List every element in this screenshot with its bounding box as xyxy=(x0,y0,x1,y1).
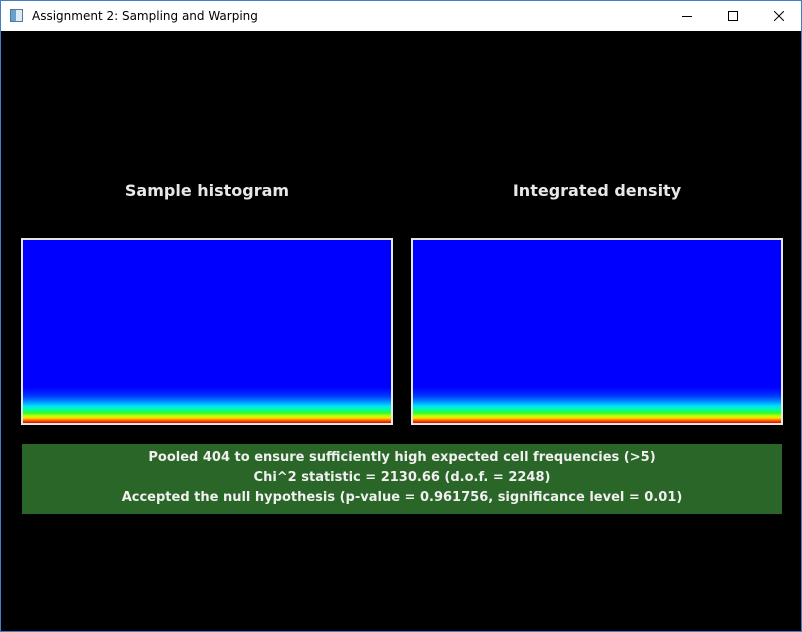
integrated-density-title: Integrated density xyxy=(512,181,682,200)
close-icon xyxy=(774,11,784,21)
close-button[interactable] xyxy=(756,1,802,31)
minimize-button[interactable] xyxy=(664,1,710,31)
chi-square-statistic: Chi^2 statistic = 2130.66 (d.o.f. = 2248… xyxy=(253,470,551,485)
title-bar[interactable]: Assignment 2: Sampling and Warping xyxy=(1,1,801,31)
app-icon xyxy=(10,9,23,22)
sample-histogram-panel xyxy=(21,238,393,425)
hypothesis-result: Accepted the null hypothesis (p-value = … xyxy=(121,490,683,505)
pooling-message: Pooled 404 to ensure sufficiently high e… xyxy=(148,450,656,465)
sample-histogram-heatmap xyxy=(23,240,391,423)
integrated-density-heatmap xyxy=(413,240,781,423)
window-title: Assignment 2: Sampling and Warping xyxy=(32,9,258,23)
sample-histogram-title: Sample histogram xyxy=(124,181,290,200)
minimize-icon xyxy=(682,16,692,17)
chi-square-result-box: Pooled 404 to ensure sufficiently high e… xyxy=(22,444,782,514)
integrated-density-panel xyxy=(411,238,783,425)
app-window: Assignment 2: Sampling and Warping Sampl… xyxy=(0,0,802,632)
maximize-icon xyxy=(728,11,738,21)
maximize-button[interactable] xyxy=(710,1,756,31)
